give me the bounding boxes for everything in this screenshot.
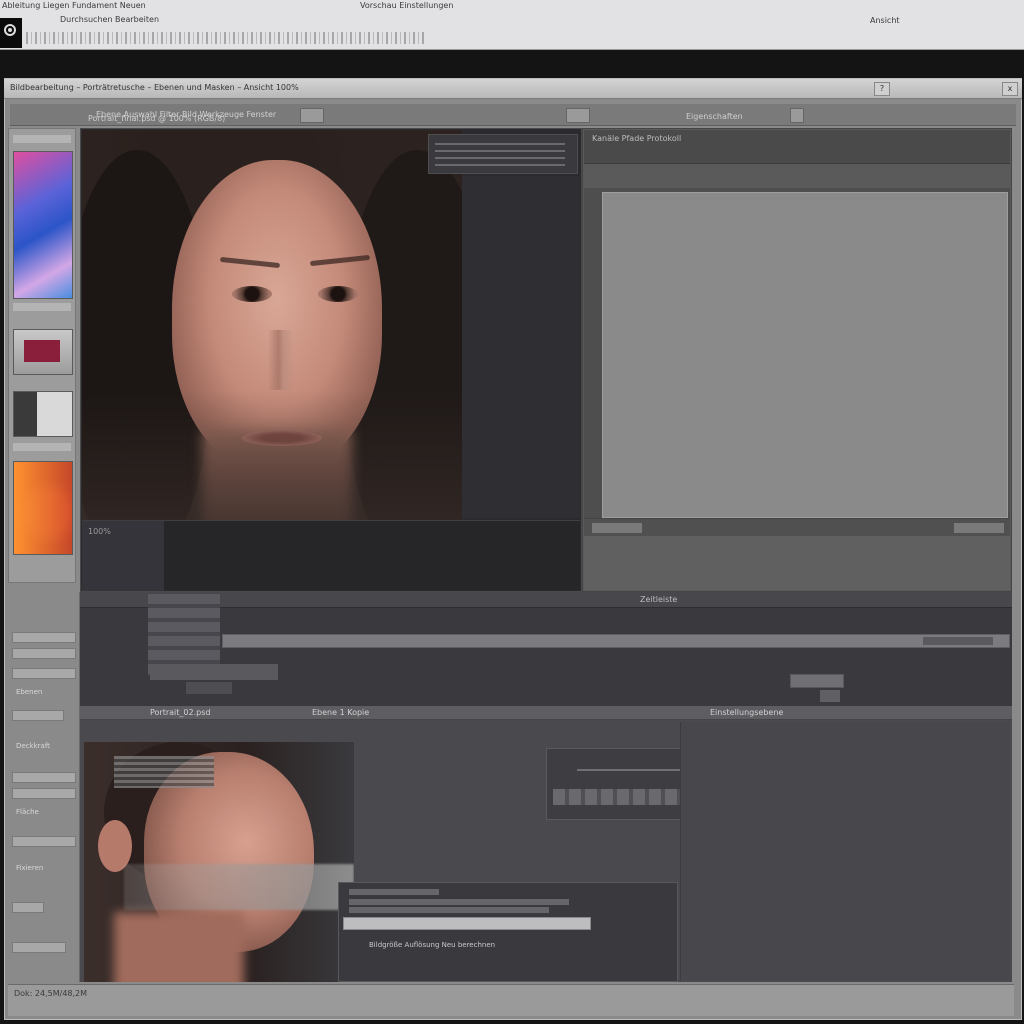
browser-line2-right[interactable]: Ansicht [870, 16, 900, 25]
window-title: Bildbearbeitung – Porträtretusche – Eben… [10, 83, 299, 92]
timeline-title: Zeitleiste [640, 595, 678, 604]
thumb-strip-header [13, 135, 71, 143]
dialog-text: Bildgröße Auflösung Neu berechnen [369, 941, 496, 949]
bottom-adjustment-label[interactable]: Einstellungsebene [710, 708, 783, 717]
bottom-right-area [680, 722, 1010, 980]
bottom-layer-name[interactable]: Ebene 1 Kopie [312, 708, 369, 717]
thumb-label [13, 303, 71, 311]
sidebar-row[interactable] [12, 648, 76, 659]
sidebar-row[interactable] [12, 772, 76, 783]
status-text: Dok: 24,5M/48,2M [14, 989, 88, 998]
thumbnail-abstract[interactable] [13, 151, 73, 299]
timeline-row[interactable] [150, 664, 278, 680]
image-size-dialog: Bildgröße Auflösung Neu berechnen [338, 882, 678, 982]
browser-line1-left: Ableitung Liegen Fundament Neuen [2, 1, 146, 10]
thumbnail-red[interactable] [13, 329, 73, 375]
bottom-panel-header: Portrait_02.psd Ebene 1 Kopie Einstellun… [80, 706, 1012, 720]
sidebar-label-layers: Ebenen [16, 688, 43, 696]
layers-sidebar: Ebenen Deckkraft Fläche Fixieren [8, 592, 80, 982]
right-panel-toolbar: Kanäle Pfade Protokoll [584, 130, 1010, 164]
window-titlebar: Bildbearbeitung – Porträtretusche – Eben… [4, 79, 1022, 99]
timeline-handle[interactable] [923, 637, 993, 645]
right-panel-tabs: Eigenschaften [582, 108, 1012, 128]
sidebar-row[interactable] [12, 902, 44, 913]
viewer-side-panel [462, 176, 580, 518]
timeline-track[interactable] [222, 634, 1010, 648]
right-panel-menu[interactable]: Kanäle Pfade Protokoll [592, 134, 681, 143]
thumb-label [13, 443, 71, 451]
browser-line1-center: Vorschau Einstellungen [360, 1, 454, 10]
status-chip[interactable] [954, 523, 1004, 533]
empty-canvas[interactable] [602, 192, 1008, 518]
viewer-bottom-bar: 100% [82, 520, 580, 591]
status-bar: Dok: 24,5M/48,2M [8, 984, 1014, 1016]
browser-line2-left[interactable]: Durchsuchen Bearbeiten [60, 15, 159, 24]
viewer-document-title[interactable]: Portrait_final.psd @ 100% (RGB/8) [88, 114, 225, 123]
sidebar-row[interactable] [12, 632, 76, 643]
right-lower-area [584, 536, 1010, 590]
thumbnail-strip [8, 128, 76, 583]
profile-image[interactable] [84, 742, 354, 982]
status-chip[interactable] [592, 523, 642, 533]
timeline-controls [790, 672, 858, 704]
dialog-input[interactable] [343, 917, 591, 930]
thumbnail-interior[interactable] [13, 391, 73, 437]
right-panel-status [584, 518, 1010, 536]
sidebar-row[interactable] [12, 710, 64, 721]
help-icon[interactable]: ? [874, 82, 890, 96]
sidebar-row[interactable] [12, 668, 76, 679]
portrait-image[interactable] [82, 130, 462, 520]
timeline-control[interactable] [820, 690, 840, 702]
sidebar-label-fill: Fläche [16, 808, 39, 816]
viewer-info-box [428, 134, 578, 174]
close-icon[interactable]: x [1002, 82, 1018, 96]
viewer-header: Portrait_final.psd @ 100% (RGB/8) [80, 108, 582, 128]
sidebar-row[interactable] [12, 788, 76, 799]
timeline-control[interactable] [790, 674, 844, 688]
timeline-row[interactable] [186, 682, 232, 694]
thumbnail-fire[interactable] [13, 461, 73, 555]
sidebar-label-opacity: Deckkraft [16, 742, 50, 750]
app-logo-icon[interactable] [0, 18, 22, 48]
browser-address-text[interactable] [26, 32, 426, 44]
sidebar-label-lock: Fixieren [16, 864, 44, 872]
tab-properties[interactable]: Eigenschaften [686, 112, 743, 121]
bottom-doc-title[interactable]: Portrait_02.psd [150, 708, 210, 717]
zoom-level[interactable]: 100% [88, 527, 111, 536]
sidebar-row[interactable] [12, 942, 66, 953]
sidebar-row[interactable] [12, 836, 76, 847]
